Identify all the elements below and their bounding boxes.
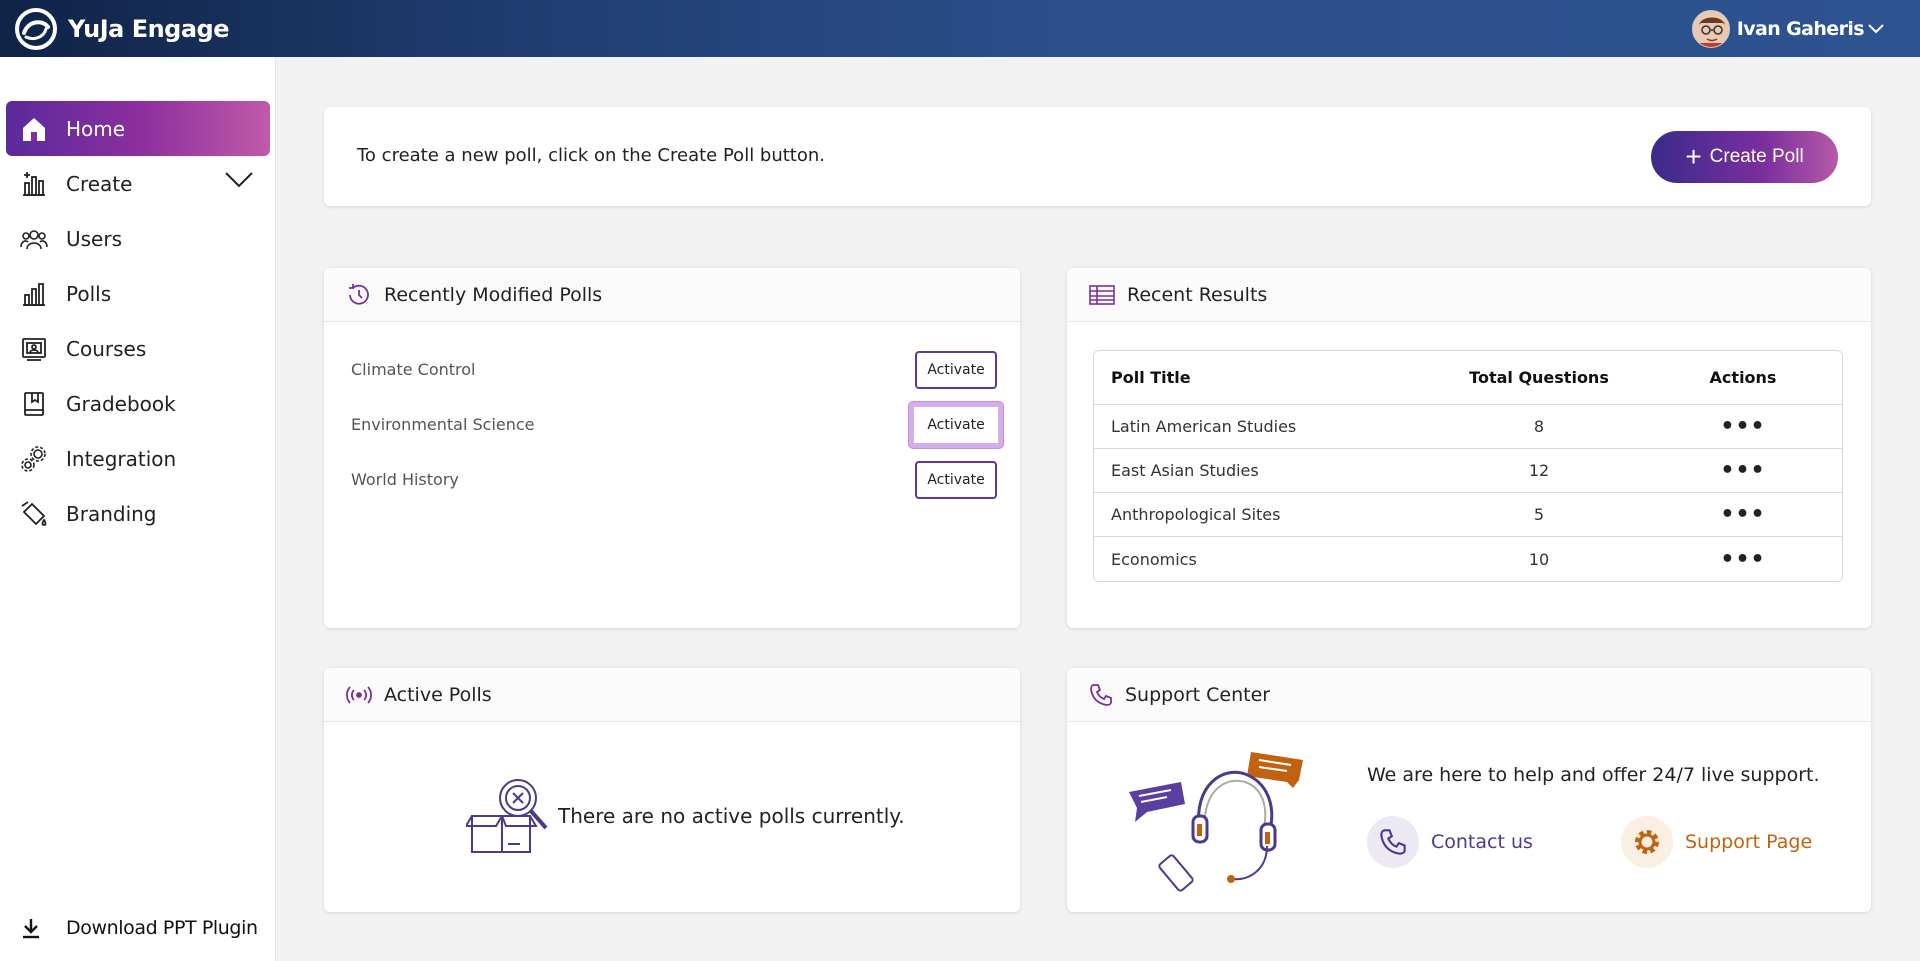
table-header-row: Poll Title Total Questions Actions (1094, 351, 1842, 405)
sidebar-item-branding[interactable]: Branding (6, 486, 270, 541)
more-actions-icon[interactable]: ••• (1720, 414, 1765, 439)
download-ppt-plugin-link[interactable]: Download PPT Plugin (20, 917, 258, 939)
total-questions-cell: 5 (1434, 493, 1644, 537)
sidebar-item-create[interactable]: Create (6, 156, 270, 211)
sidebar-item-label: Branding (66, 501, 157, 526)
activate-button[interactable]: Activate (915, 461, 997, 499)
integration-icon (20, 445, 48, 473)
total-questions-cell: 8 (1434, 405, 1644, 449)
active-polls-card: Active Polls There are no active polls c… (324, 668, 1020, 912)
chevron-down-icon[interactable] (224, 171, 254, 189)
user-menu[interactable]: Ivan Gaheris (1691, 10, 1884, 48)
sidebar-item-gradebook[interactable]: Gradebook (6, 376, 270, 431)
home-icon (20, 115, 48, 143)
phone-icon (1090, 683, 1112, 706)
table-icon (1089, 284, 1115, 305)
card-header: Recently Modified Polls (324, 268, 1020, 322)
card-header: Recent Results (1067, 268, 1871, 322)
sidebar-item-label: Create (66, 171, 133, 196)
courses-icon (20, 335, 48, 363)
poll-name: Climate Control (351, 359, 476, 379)
yuja-logo-icon (15, 7, 57, 50)
poll-title-cell: East Asian Studies (1094, 449, 1434, 493)
download-ppt-plugin-label: Download PPT Plugin (66, 917, 258, 939)
activate-button[interactable]: Activate (915, 351, 997, 389)
gradebook-icon (20, 390, 48, 418)
history-clock-icon (349, 283, 369, 305)
column-header: Total Questions (1434, 351, 1644, 405)
poll-title-cell: Anthropological Sites (1094, 493, 1434, 537)
total-questions-cell: 10 (1528, 549, 1550, 569)
sidebar-item-label: Home (66, 116, 126, 141)
more-actions-icon[interactable]: ••• (1720, 547, 1765, 572)
list-item: Environmental Science Activate (351, 402, 1003, 448)
create-poll-button-label: Create Poll (1709, 146, 1804, 167)
support-page-link[interactable]: Support Page (1621, 816, 1812, 868)
more-actions-icon[interactable]: ••• (1720, 502, 1765, 527)
create-poll-instruction: To create a new poll, click on the Creat… (357, 145, 826, 166)
table-row: Economics 10 ••• (1094, 537, 1842, 581)
activate-button[interactable]: Activate (909, 402, 1003, 448)
user-name: Ivan Gaheris (1736, 18, 1865, 40)
create-poll-card: To create a new poll, click on the Creat… (324, 107, 1871, 206)
empty-state-message: There are no active polls currently. (558, 804, 905, 828)
broadcast-icon (346, 685, 372, 704)
users-icon (20, 225, 48, 253)
column-header: Poll Title (1094, 351, 1434, 405)
sidebar-item-label: Integration (66, 446, 177, 471)
download-icon (23, 919, 39, 939)
app-name: YuJa Engage (68, 14, 230, 43)
create-chart-icon (20, 170, 48, 198)
support-center-card: Support Center We are here to help and o… (1067, 668, 1871, 912)
list-item: World History Activate (351, 459, 997, 499)
gear-icon (1621, 816, 1673, 868)
total-questions-cell: 12 (1434, 449, 1644, 493)
card-title: Active Polls (384, 683, 492, 706)
chevron-down-icon (1868, 24, 1884, 34)
sidebar: Home Create Users Polls Courses Gradeboo… (0, 57, 276, 961)
more-actions-icon[interactable]: ••• (1720, 458, 1765, 483)
avatar (1691, 10, 1730, 48)
sidebar-item-polls[interactable]: Polls (6, 266, 270, 321)
card-header: Support Center (1067, 668, 1871, 722)
sidebar-item-label: Users (66, 226, 123, 251)
support-message: We are here to help and offer 24/7 live … (1367, 764, 1820, 786)
top-bar: YuJa Engage Ivan Gaheris (0, 0, 1920, 57)
contact-us-link[interactable]: Contact us (1367, 816, 1533, 868)
sidebar-item-courses[interactable]: Courses (6, 321, 270, 376)
list-item: Climate Control Activate (351, 349, 997, 389)
recently-modified-polls-card: Recently Modified Polls Climate Control … (324, 268, 1020, 628)
poll-title-cell: Economics (1111, 549, 1197, 569)
sidebar-item-integration[interactable]: Integration (6, 431, 270, 486)
recent-results-table: Poll Title Total Questions Actions Latin… (1093, 350, 1843, 582)
plus-icon: + (1685, 141, 1702, 172)
table-row: East Asian Studies 12 ••• (1094, 449, 1842, 493)
poll-name: Environmental Science (351, 414, 535, 434)
sidebar-item-label: Gradebook (66, 391, 176, 416)
sidebar-item-users[interactable]: Users (6, 211, 270, 266)
app-logo[interactable]: YuJa Engage (12, 7, 230, 51)
card-header: Active Polls (324, 668, 1020, 722)
sidebar-item-home[interactable]: Home (6, 101, 270, 156)
poll-title-cell: Latin American Studies (1094, 405, 1434, 449)
create-poll-button[interactable]: + Create Poll (1651, 131, 1838, 183)
table-row: Anthropological Sites 5 ••• (1094, 493, 1842, 537)
card-title: Recent Results (1127, 283, 1268, 306)
column-header: Actions (1644, 351, 1842, 405)
polls-icon (20, 280, 48, 308)
empty-box-search-icon (466, 779, 548, 853)
support-page-label: Support Page (1685, 831, 1813, 853)
sidebar-item-label: Courses (66, 336, 147, 361)
sidebar-item-label: Polls (66, 281, 112, 306)
card-title: Support Center (1125, 683, 1271, 706)
branding-icon (20, 500, 48, 528)
empty-state: There are no active polls currently. (466, 776, 905, 856)
contact-us-label: Contact us (1431, 831, 1533, 853)
phone-icon (1367, 816, 1419, 868)
headset-support-illustration (1129, 752, 1303, 892)
card-title: Recently Modified Polls (384, 283, 603, 306)
recent-results-card: Recent Results Poll Title Total Question… (1067, 268, 1871, 628)
table-row: Latin American Studies 8 ••• (1094, 405, 1842, 449)
poll-name: World History (351, 469, 459, 489)
